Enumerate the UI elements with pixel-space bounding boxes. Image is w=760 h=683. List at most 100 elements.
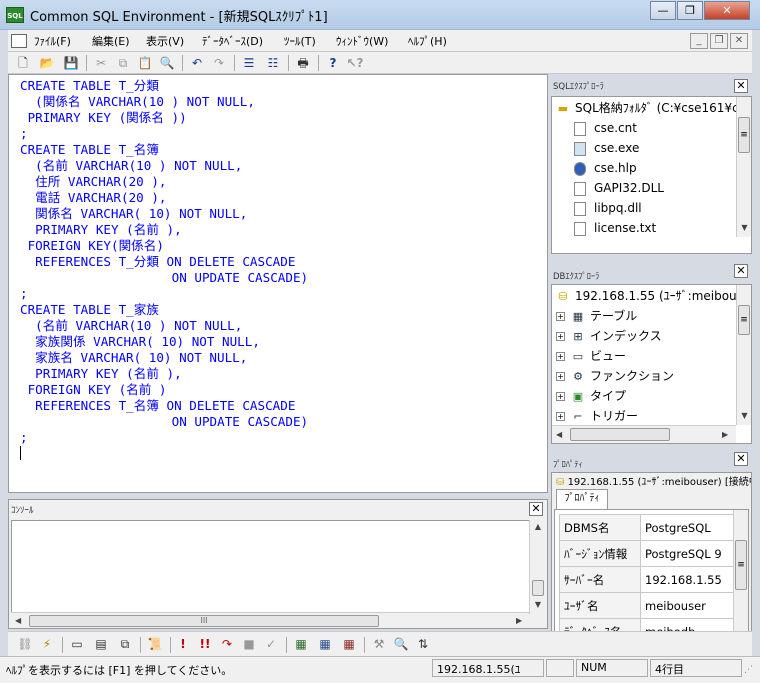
code-line[interactable]: 電話 VARCHAR(20 ), [20, 190, 308, 206]
code-line[interactable]: CREATE TABLE T_名簿 [20, 142, 308, 158]
code-line[interactable]: (名前 VARCHAR(10 ) NOT NULL, [20, 158, 308, 174]
file-item[interactable]: cse.cnt [574, 118, 637, 138]
properties-close-button[interactable]: ✕ [734, 452, 748, 466]
table-row[interactable]: DBMS名 PostgreSQL [559, 514, 738, 541]
tree-item-types[interactable]: + ▣ タイプ [552, 386, 626, 406]
scroll-thumb[interactable]: III [29, 615, 379, 627]
pane2-icon[interactable]: ▤ [92, 635, 110, 653]
code-line[interactable]: 住所 VARCHAR(20 ), [20, 174, 308, 190]
code-line[interactable]: ; [20, 430, 308, 446]
paste-icon[interactable]: 📋 [136, 54, 154, 72]
code-line[interactable]: PRIMARY KEY (名前 ), [20, 366, 308, 382]
tab-properties[interactable]: ﾌﾟﾛﾊﾟﾃｨ [556, 489, 608, 509]
check-icon[interactable]: ✓ [262, 635, 280, 653]
scroll-thumb[interactable]: ≡ [738, 305, 750, 335]
search-icon[interactable]: 🔍 [392, 635, 410, 653]
code-line[interactable]: REFERENCES T_分類 ON DELETE CASCADE [20, 254, 308, 270]
db-connection-node[interactable]: ⛁ 192.168.1.55 (ﾕｰｻﾞ:meibous [556, 286, 743, 306]
sql-code[interactable]: CREATE TABLE T_分類 (関係名 VARCHAR(10 ) NOT … [20, 78, 308, 446]
pane3-icon[interactable]: ⧉ [116, 635, 134, 653]
scroll-down-icon[interactable]: ▼ [530, 600, 546, 609]
export-icon[interactable]: ⇅ [414, 635, 432, 653]
scroll-thumb[interactable] [570, 428, 670, 441]
code-line[interactable]: ; [20, 286, 308, 302]
scroll-up-icon[interactable]: ▲ [530, 522, 546, 531]
close-button[interactable]: ✕ [704, 1, 750, 20]
tree-item-tables[interactable]: + ▦ テーブル [552, 306, 637, 326]
expand-icon[interactable]: + [556, 352, 565, 361]
menu-tools[interactable]: ﾂｰﾙ(T) [282, 33, 318, 49]
file-item[interactable]: cse.hlp [574, 158, 637, 178]
menu-view[interactable]: 表示(V) [144, 33, 186, 49]
file-item[interactable]: libpq.dll [574, 198, 642, 218]
scroll-left-icon[interactable]: ◀ [15, 616, 21, 625]
code-line[interactable]: PRIMARY KEY (関係名 )) [20, 110, 308, 126]
code-line[interactable]: FOREIGN KEY (名前 ) [20, 382, 308, 398]
cut-icon[interactable]: ✂ [92, 54, 110, 72]
table-design-icon[interactable]: ▦ [340, 635, 358, 653]
tree-root-folder[interactable]: ▬ SQL格納ﾌｫﾙﾀﾞ (C:¥cse161¥c [556, 98, 739, 118]
undo-icon[interactable]: ↶ [188, 54, 206, 72]
expand-icon[interactable]: + [556, 312, 565, 321]
menu-database[interactable]: ﾃﾞｰﾀﾍﾞｰｽ(D) [200, 33, 265, 49]
expand-icon[interactable]: + [556, 412, 565, 421]
code-line[interactable]: PRIMARY KEY (名前 ), [20, 222, 308, 238]
code-line[interactable]: FOREIGN KEY(関係名) [20, 238, 308, 254]
mdi-close-button[interactable]: ✕ [730, 33, 748, 49]
expand-icon[interactable]: + [556, 332, 565, 341]
table-new-icon[interactable]: ▦ [292, 635, 310, 653]
code-line[interactable]: ; [20, 126, 308, 142]
code-line[interactable]: ON UPDATE CASCADE) [20, 414, 308, 430]
console-horizontal-scrollbar[interactable]: ◀ III ▶ [11, 612, 529, 628]
expand-icon[interactable]: + [556, 392, 565, 401]
execute-icon[interactable]: ! [174, 635, 192, 653]
open-file-icon[interactable]: 📂 [38, 54, 56, 72]
redo-icon[interactable]: ↷ [210, 54, 228, 72]
disconnect-icon[interactable]: ⚡ [38, 635, 56, 653]
properties-scrollbar[interactable]: ≡ ▼ [733, 510, 748, 650]
menu-edit[interactable]: 編集(E) [90, 33, 132, 49]
new-file-icon[interactable]: 🗋 [14, 54, 32, 72]
code-line[interactable]: 関係名 VARCHAR( 10) NOT NULL, [20, 206, 308, 222]
tree-item-triggers[interactable]: + ⌐ トリガー [552, 406, 638, 426]
scroll-thumb[interactable]: ≡ [735, 540, 747, 590]
file-item[interactable]: cse.exe [574, 138, 639, 158]
scroll-thumb[interactable]: ≡ [738, 117, 750, 153]
document-icon[interactable] [11, 34, 27, 48]
context-help-icon[interactable]: ↖? [346, 54, 364, 72]
code-line[interactable]: 家族関係 VARCHAR( 10) NOT NULL, [20, 334, 308, 350]
outdent-icon[interactable]: ☷ [264, 54, 282, 72]
db-explorer-scrollbar[interactable]: ≡ ▼ [736, 285, 751, 425]
code-line[interactable]: ON UPDATE CASCADE) [20, 270, 308, 286]
scroll-right-icon[interactable]: ▶ [516, 616, 522, 625]
indent-icon[interactable]: ☰ [240, 54, 258, 72]
code-line[interactable]: REFERENCES T_名簿 ON DELETE CASCADE [20, 398, 308, 414]
db-explorer-horizontal-scrollbar[interactable]: ◀ ▶ [552, 425, 736, 443]
mdi-restore-button[interactable]: ❐ [710, 33, 728, 49]
console-vertical-scrollbar[interactable]: ▲ ▼ [529, 520, 545, 614]
scroll-left-icon[interactable]: ◀ [556, 430, 562, 439]
help-icon[interactable]: ? [324, 54, 342, 72]
mdi-minimize-button[interactable]: _ [690, 33, 708, 49]
console-close-button[interactable]: ✕ [529, 502, 543, 516]
menu-file[interactable]: ﾌｧｲﾙ(F) [32, 33, 73, 49]
code-line[interactable]: (関係名 VARCHAR(10 ) NOT NULL, [20, 94, 308, 110]
stop-icon[interactable]: ■ [240, 635, 258, 653]
table-grid-icon[interactable]: ▦ [316, 635, 334, 653]
sql-explorer-close-button[interactable]: ✕ [734, 79, 748, 93]
step-icon[interactable]: ↷ [218, 635, 236, 653]
tools-icon[interactable]: ⚒ [370, 635, 388, 653]
code-line[interactable]: 家族名 VARCHAR( 10) NOT NULL, [20, 350, 308, 366]
scroll-thumb[interactable] [532, 580, 544, 596]
sql-explorer-scrollbar[interactable]: ≡ ▼ [736, 97, 751, 237]
table-row[interactable]: ﾕｰｻﾞ名 meibouser [559, 592, 738, 619]
find-icon[interactable]: 🔍 [158, 54, 176, 72]
scroll-down-icon[interactable]: ▼ [737, 223, 752, 232]
tree-item-functions[interactable]: + ⚙ ファンクション [552, 366, 674, 386]
pane1-icon[interactable]: ▭ [68, 635, 86, 653]
restore-button[interactable]: ❐ [677, 1, 703, 20]
tree-item-indexes[interactable]: + ⊞ インデックス [552, 326, 662, 346]
table-row[interactable]: ﾊﾞｰｼﾞｮﾝ情報 PostgreSQL 9 [559, 540, 738, 567]
save-icon[interactable]: 💾 [62, 54, 80, 72]
expand-icon[interactable]: + [556, 372, 565, 381]
